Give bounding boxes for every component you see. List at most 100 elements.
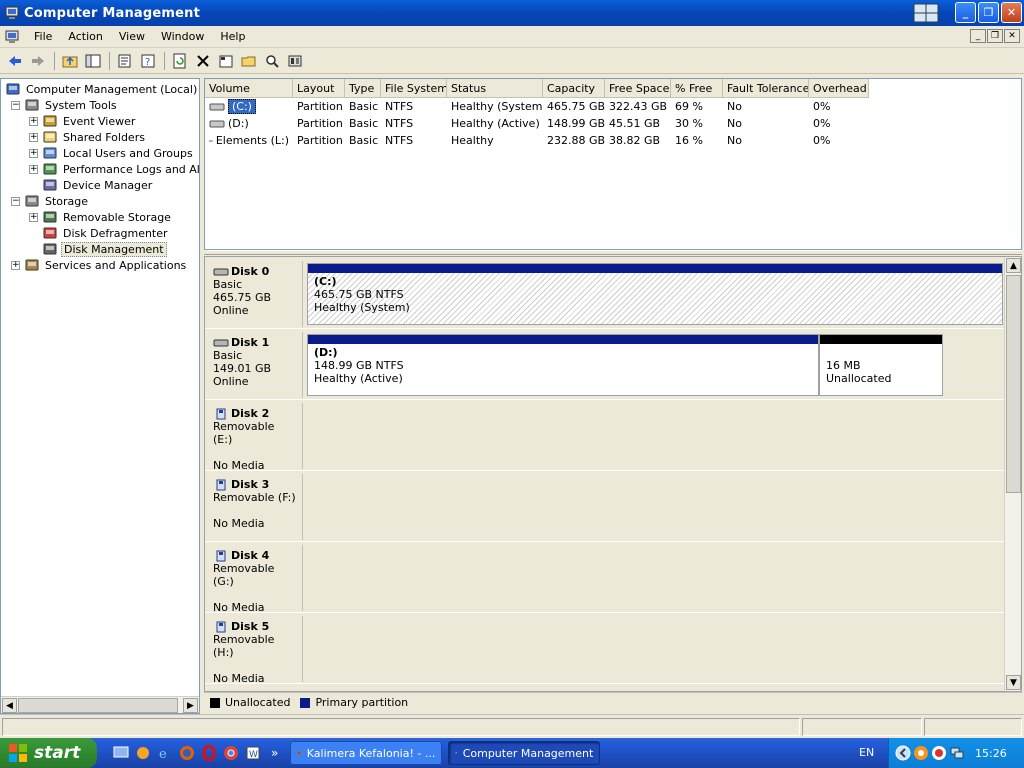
opera-icon[interactable] bbox=[201, 745, 217, 761]
disk-label[interactable]: Disk 5 Removable (H:) No Media bbox=[207, 616, 303, 685]
back-button[interactable] bbox=[4, 50, 26, 72]
tree-item[interactable]: Disk Defragmenter bbox=[29, 225, 170, 241]
menu-window[interactable]: Window bbox=[153, 27, 212, 47]
show-desktop-icon[interactable] bbox=[113, 745, 129, 761]
disk-label[interactable]: Disk 1 Basic 149.01 GB Online bbox=[207, 332, 303, 398]
column-header[interactable]: File System bbox=[381, 79, 447, 97]
tree-item[interactable]: Device Manager bbox=[29, 177, 154, 193]
help-button[interactable]: ? bbox=[137, 50, 159, 72]
tree-item[interactable]: Disk Management bbox=[29, 241, 167, 257]
expand-icon[interactable]: + bbox=[29, 212, 38, 222]
minimize-button[interactable]: _ bbox=[955, 2, 976, 23]
close-button[interactable]: ✕ bbox=[1001, 2, 1022, 23]
disk-label[interactable]: Disk 3 Removable (F:) No Media bbox=[207, 474, 303, 540]
expand-icon[interactable]: + bbox=[29, 164, 38, 174]
scroll-right-button[interactable]: ▶ bbox=[183, 698, 198, 713]
chrome-icon[interactable] bbox=[223, 745, 239, 761]
tree-item[interactable]: + Services and Applications bbox=[11, 257, 188, 273]
column-header[interactable]: Fault Tolerance bbox=[723, 79, 809, 97]
volume-row[interactable]: (D:) Partition Basic NTFS Healthy (Active) 14… bbox=[205, 115, 869, 132]
tree-item[interactable]: + Removable Storage bbox=[29, 209, 173, 225]
open-button[interactable] bbox=[238, 50, 260, 72]
disk-label[interactable]: Disk 2 Removable (E:) No Media bbox=[207, 403, 303, 472]
expand-icon[interactable]: + bbox=[29, 116, 38, 126]
column-header[interactable]: Overhead bbox=[809, 79, 869, 97]
disk-row[interactable]: Disk 4 Removable (G:) No Media bbox=[205, 543, 1005, 614]
maximize-button[interactable]: ❐ bbox=[978, 2, 999, 23]
clock[interactable]: 15:26 bbox=[975, 747, 1007, 760]
disk-label[interactable]: Disk 0 Basic 465.75 GB Online bbox=[207, 261, 303, 327]
mdi-minimize-button[interactable]: _ bbox=[970, 29, 986, 43]
tree-item[interactable]: − Storage bbox=[11, 193, 90, 209]
column-header[interactable]: Layout bbox=[293, 79, 345, 97]
internet-explorer-icon[interactable]: e bbox=[157, 745, 173, 761]
mdi-restore-button[interactable]: ❐ bbox=[987, 29, 1003, 43]
scroll-left-button[interactable]: ◀ bbox=[2, 698, 17, 713]
column-header[interactable]: Capacity bbox=[543, 79, 605, 97]
menu-view[interactable]: View bbox=[111, 27, 153, 47]
scroll-thumb[interactable] bbox=[18, 698, 178, 713]
disk-label[interactable]: Disk 4 Removable (G:) No Media bbox=[207, 545, 303, 614]
monitor-grid-icon[interactable] bbox=[913, 3, 939, 23]
firefox-icon[interactable] bbox=[179, 745, 195, 761]
expand-icon[interactable]: + bbox=[29, 148, 38, 158]
antivirus-icon[interactable] bbox=[931, 745, 947, 761]
back-circle-icon[interactable] bbox=[895, 745, 911, 761]
menu-action[interactable]: Action bbox=[60, 27, 110, 47]
pane-splitter[interactable] bbox=[204, 250, 1022, 255]
column-header[interactable]: % Free bbox=[671, 79, 723, 97]
disk-row[interactable]: Disk 5 Removable (H:) No Media bbox=[205, 614, 1005, 685]
volume-row[interactable]: (C:) Partition Basic NTFS Healthy (System) 46… bbox=[205, 98, 869, 115]
properties-sheet-button[interactable] bbox=[215, 50, 237, 72]
show-hide-tree-button[interactable] bbox=[82, 50, 104, 72]
search-button[interactable] bbox=[261, 50, 283, 72]
volume-list[interactable]: Volume Layout Type File System Status Capacit… bbox=[204, 78, 1022, 250]
refresh-button[interactable] bbox=[169, 50, 191, 72]
partition-block[interactable]: (D:) 148.99 GB NTFS Healthy (Active) bbox=[307, 334, 819, 396]
tree-item[interactable]: − System Tools bbox=[11, 97, 119, 113]
scroll-up-button[interactable]: ▲ bbox=[1006, 258, 1021, 273]
tree-item[interactable]: + Event Viewer bbox=[29, 113, 137, 129]
partition-block[interactable]: (C:) 465.75 GB NTFS Healthy (System) bbox=[307, 263, 1003, 325]
quick-launch-more-icon[interactable]: » bbox=[271, 746, 278, 760]
properties-button[interactable] bbox=[114, 50, 136, 72]
disk-row[interactable]: Disk 0 Basic 465.75 GB Online (C:) 465.75 GB … bbox=[205, 259, 1005, 329]
up-one-level-button[interactable] bbox=[59, 50, 81, 72]
disk-row[interactable]: Disk 2 Removable (E:) No Media bbox=[205, 401, 1005, 472]
tree-item[interactable]: + Local Users and Groups bbox=[29, 145, 195, 161]
column-header[interactable]: Type bbox=[345, 79, 381, 97]
disk-row[interactable]: Disk 1 Basic 149.01 GB Online (D:) 148.99 GB … bbox=[205, 330, 1005, 400]
tree-item[interactable]: + Performance Logs and Alerts bbox=[29, 161, 199, 177]
settings-button[interactable] bbox=[284, 50, 306, 72]
disk-graphical-view[interactable]: Disk 0 Basic 465.75 GB Online (C:) 465.75 GB … bbox=[204, 256, 1022, 692]
scroll-down-button[interactable]: ▼ bbox=[1006, 675, 1021, 690]
console-tree[interactable]: Computer Management (Local) − System Tools… bbox=[0, 78, 200, 714]
volume-row[interactable]: Elements (L:) Partition Basic NTFS Healthy 23… bbox=[205, 132, 869, 149]
network-icon[interactable] bbox=[949, 745, 965, 761]
expand-icon[interactable]: + bbox=[29, 132, 38, 142]
tree-item[interactable]: Computer Management (Local) bbox=[5, 81, 199, 97]
scroll-thumb[interactable] bbox=[1006, 275, 1021, 493]
unallocated-space[interactable]: 16 MB Unallocated bbox=[819, 334, 943, 396]
disk-vertical-scrollbar[interactable]: ▲ ▼ bbox=[1004, 257, 1021, 691]
tree-horizontal-scrollbar[interactable]: ◀ ▶ bbox=[1, 696, 199, 713]
mdi-close-button[interactable]: ✕ bbox=[1004, 29, 1020, 43]
collapse-icon[interactable]: − bbox=[11, 100, 20, 110]
column-header[interactable]: Status bbox=[447, 79, 543, 97]
word-icon[interactable]: W bbox=[245, 745, 261, 761]
avast-icon[interactable] bbox=[913, 745, 929, 761]
media-player-icon[interactable] bbox=[135, 745, 151, 761]
start-button[interactable]: start bbox=[0, 738, 97, 768]
forward-button[interactable] bbox=[27, 50, 49, 72]
menu-help[interactable]: Help bbox=[212, 27, 253, 47]
tree-item[interactable]: + Shared Folders bbox=[29, 129, 147, 145]
title-bar[interactable]: Computer Management _ ❐ ✕ bbox=[0, 0, 1024, 26]
taskbar-button[interactable]: Computer Management bbox=[448, 741, 601, 765]
expand-icon[interactable]: + bbox=[11, 260, 20, 270]
computer-management-menu-icon[interactable] bbox=[4, 29, 20, 45]
language-indicator[interactable]: EN bbox=[859, 746, 874, 759]
disk-row[interactable]: Disk 3 Removable (F:) No Media bbox=[205, 472, 1005, 542]
taskbar-button[interactable]: Kalimera Kefalonia! - ... bbox=[290, 741, 443, 765]
collapse-icon[interactable]: − bbox=[11, 196, 20, 206]
column-header[interactable]: Free Space bbox=[605, 79, 671, 97]
